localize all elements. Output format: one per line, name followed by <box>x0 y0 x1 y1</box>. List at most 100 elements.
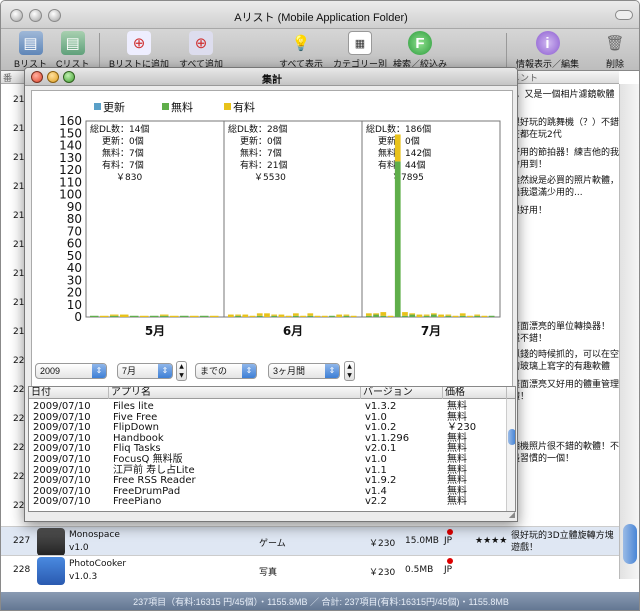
table-row[interactable]: 2009/07/10 Free RSS Reader v1.9.2 無料 <box>29 476 507 486</box>
add-to-b-button[interactable]: ⊕ Bリストに追加 <box>109 31 169 70</box>
category-icon: ▦ <box>348 31 372 55</box>
list-scroll-thumb[interactable] <box>623 524 637 564</box>
table-row[interactable]: 227 Monospace v1.0 ゲーム ￥230 15.0MB JP ★★★★ 很好玩的3… <box>1 526 619 556</box>
y-tick-label: 30 <box>67 273 82 287</box>
month-summary-label: 有料：21個 <box>240 159 287 171</box>
row-date: 2009/07/10 <box>33 485 91 497</box>
row-date: 2009/07/10 <box>33 432 91 444</box>
bar-paid <box>343 314 350 316</box>
y-tick-label: 40 <box>67 261 82 275</box>
app-comment: 很好玩的3D立體旋轉方塊遊戲！ <box>511 531 614 553</box>
bar-free <box>90 315 99 317</box>
month-summary-label: 更新：0個 <box>102 135 144 147</box>
table-row[interactable]: 2009/07/10 江戸前 寿し占Lite v1.1 無料 <box>29 465 507 476</box>
row-number: 228 <box>13 565 31 575</box>
table-row[interactable]: 2009/07/10 FlipDown v1.0.2 ￥230 <box>29 423 507 433</box>
app-country: JP <box>444 565 453 575</box>
add-all-button[interactable]: ⊕ すべて追加 <box>179 31 223 70</box>
y-tick-label: 10 <box>67 298 82 312</box>
lightbulb-icon: 💡 <box>291 35 311 52</box>
app-size: 15.0MB <box>405 536 439 546</box>
dialog-title-bar: 集計 <box>25 68 517 86</box>
search-filter-button[interactable]: F 検索／絞込み <box>393 31 447 70</box>
table-row[interactable]: 2009/07/10 FreePiano v2.2 無料 <box>29 497 507 507</box>
row-price: ￥230 <box>447 422 477 434</box>
month-select[interactable]: 7月 ⇕ <box>117 363 173 379</box>
delete-button[interactable]: 🗑 削除 <box>603 31 627 70</box>
bar-free <box>423 315 430 317</box>
select-arrows-icon: ⇕ <box>92 364 106 378</box>
header-date[interactable]: 日付 <box>29 387 109 399</box>
show-all-button[interactable]: 💡 すべて表示 <box>279 31 323 70</box>
y-tick-label: 70 <box>67 224 82 238</box>
table-row[interactable]: 2009/07/10 FreeDrumPad v1.4 無料 <box>29 485 507 497</box>
bar-paid <box>293 313 299 316</box>
header-price[interactable]: 価格 <box>443 387 507 399</box>
row-app-name: FreeDrumPad <box>113 485 181 497</box>
row-app-name: FlipDown <box>113 422 159 434</box>
table-row[interactable]: 2009/07/10 Handbook v1.1.296 無料 <box>29 432 507 444</box>
range-mode-select[interactable]: までの ⇕ <box>195 363 257 379</box>
app-price: ￥230 <box>369 568 396 578</box>
year-select[interactable]: 2009 ⇕ <box>35 363 107 379</box>
month-stepper[interactable]: ▲ ▼ <box>176 361 187 381</box>
app-category: ゲーム <box>259 539 286 549</box>
month-summary-label: 総DL数：28個 <box>228 123 287 135</box>
period-stepper[interactable]: ▲ ▼ <box>344 361 355 381</box>
row-date: 2009/07/10 <box>33 401 91 412</box>
row-version: v1.0 <box>365 411 387 423</box>
row-app-name: Five Free <box>113 411 158 423</box>
bar-paid <box>285 315 292 317</box>
table-row[interactable]: 2009/07/10 FocusQ 無料版 v1.0 無料 <box>29 455 507 465</box>
y-tick-label: 100 <box>59 188 82 202</box>
legend-entry: 無料 <box>171 100 193 114</box>
bar-paid <box>307 313 314 316</box>
bar-free <box>394 161 401 317</box>
comment-cell: 很好玩的跳舞機（？）不錯現在都在玩2代 <box>511 118 629 140</box>
c-list-button[interactable]: ▤ Cリスト <box>56 31 90 70</box>
bar-paid <box>271 314 278 316</box>
table-row[interactable]: 2009/07/10 Fliq Tasks v2.0.1 無料 <box>29 444 507 454</box>
list-scrollbar[interactable] <box>619 84 639 579</box>
y-tick-label: 130 <box>59 151 82 165</box>
legend-entry: 有料 <box>233 100 255 114</box>
month-summary-label: 無料：142個 <box>378 147 431 159</box>
bar-free <box>402 315 408 317</box>
header-version[interactable]: バージョン <box>361 387 443 399</box>
period-select[interactable]: 3ヶ月間 ⇕ <box>268 363 340 379</box>
row-app-name: Handbook <box>113 432 164 444</box>
row-price: 無料 <box>447 475 467 487</box>
bar-free <box>160 315 169 317</box>
info-edit-label: 情報表示／編集 <box>516 59 580 69</box>
month-summary-label: 総DL数：14個 <box>90 123 149 135</box>
bar-paid <box>140 315 149 317</box>
bar-free <box>366 315 372 317</box>
b-list-button[interactable]: ▤ Bリスト <box>14 31 47 70</box>
row-app-name: Files lite <box>113 401 154 412</box>
app-icon <box>37 528 65 556</box>
column-header-comment[interactable]: メント <box>509 71 619 84</box>
table-row[interactable]: 228 PhotoCooker v1.0.3 写真 ￥230 0.5MB JP <box>1 555 619 585</box>
category-button[interactable]: ▦ カテゴリー別 <box>333 31 387 70</box>
row-version: v1.9.2 <box>365 475 397 487</box>
row-app-name: Free RSS Reader <box>113 475 196 487</box>
row-price: 無料 <box>447 401 467 412</box>
toolbar-toggle-icon[interactable] <box>615 10 633 20</box>
info-edit-button[interactable]: i 情報表示／編集 <box>516 31 579 70</box>
bar-paid <box>394 134 401 162</box>
y-tick-label: 90 <box>67 200 82 214</box>
table-scroll-thumb[interactable] <box>508 429 515 445</box>
bar-free <box>150 315 159 317</box>
table-row[interactable]: 2009/07/10 Files lite v1.3.2 無料 <box>29 402 507 412</box>
download-table[interactable]: 日付 アプリ名 バージョン 価格 2009/07/10 Files lite v1.… <box>28 386 516 512</box>
add-all-icon: ⊕ <box>189 31 213 55</box>
table-row[interactable]: 2009/07/10 Five Free v1.0 無料 <box>29 411 507 423</box>
bar-paid <box>235 314 241 316</box>
table-scrollbar[interactable] <box>506 399 515 511</box>
bar-paid <box>380 312 387 316</box>
app-price: ￥230 <box>369 539 396 549</box>
resize-grip-icon[interactable]: ◢ <box>509 510 515 519</box>
header-app-name[interactable]: アプリ名 <box>109 387 361 399</box>
bar-paid <box>314 315 321 317</box>
x-tick-label: 7月 <box>421 324 441 338</box>
